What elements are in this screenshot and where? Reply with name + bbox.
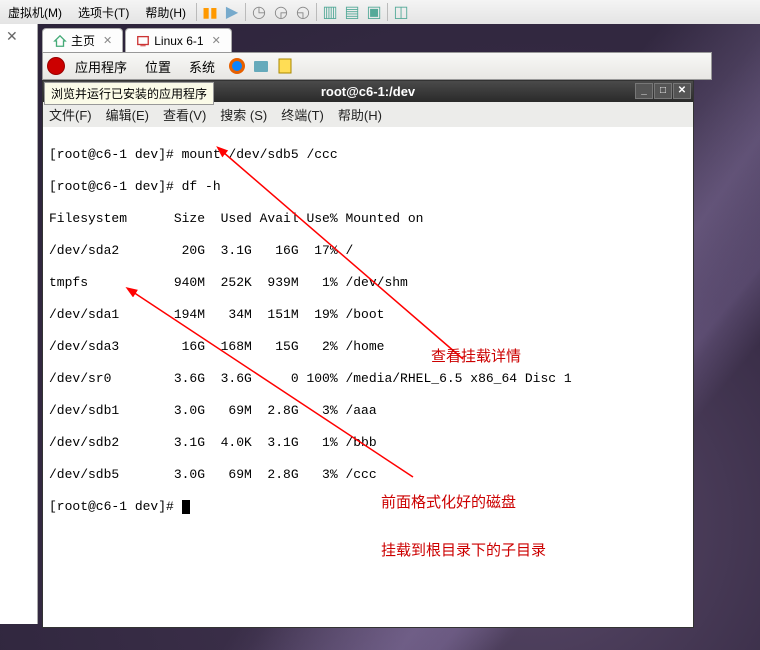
- firefox-icon[interactable]: [227, 56, 247, 76]
- host-top-menubar: 虚拟机(M) 选项卡(T) 帮助(H) ▮▮ ▶ ◷ ◶ ◵ ▥ ▤ ▣ ◫: [0, 0, 760, 24]
- term-line: /dev/sdb2 3.1G 4.0K 3.1G 1% /bbb: [49, 435, 687, 451]
- tab-linux[interactable]: Linux 6-1 ✕: [125, 28, 232, 52]
- annotation-2-line2: 挂载到根目录下的子目录: [381, 543, 546, 559]
- term-line: Filesystem Size Used Avail Use% Mounted …: [49, 211, 687, 227]
- term-line: [root@c6-1 dev]#: [49, 499, 182, 514]
- close-icon[interactable]: ✕: [212, 34, 221, 47]
- term-line: /dev/sda3 16G 168M 15G 2% /home: [49, 339, 687, 355]
- cursor: [182, 500, 190, 514]
- divider: [196, 3, 197, 21]
- terminal-title: root@c6-1:/dev: [321, 84, 415, 99]
- close-button[interactable]: ✕: [673, 83, 691, 99]
- term-line: [root@c6-1 dev]# mount /dev/sdb5 /ccc: [49, 147, 687, 163]
- layout2-icon[interactable]: ▤: [341, 2, 363, 22]
- minimize-button[interactable]: _: [635, 83, 653, 99]
- term-menu-search[interactable]: 搜索 (S): [220, 105, 267, 124]
- snapshot-add-icon[interactable]: ◶: [270, 2, 292, 22]
- term-menu-help[interactable]: 帮助(H): [338, 105, 382, 124]
- left-pane: ✕: [0, 24, 38, 624]
- term-menu-file[interactable]: 文件(F): [49, 105, 92, 124]
- close-icon[interactable]: ✕: [0, 24, 37, 49]
- snapshot-manage-icon[interactable]: ◵: [292, 2, 314, 22]
- fullscreen-icon[interactable]: ▣: [363, 2, 385, 22]
- term-line: [root@c6-1 dev]# df -h: [49, 179, 687, 195]
- tab-linux-label: Linux 6-1: [154, 34, 203, 48]
- term-line: /dev/sda2 20G 3.1G 16G 17% /: [49, 243, 687, 259]
- pause-icon[interactable]: ▮▮: [199, 2, 221, 22]
- term-line: tmpfs 940M 252K 939M 1% /dev/shm: [49, 275, 687, 291]
- menu-help[interactable]: 帮助(H): [137, 4, 194, 21]
- divider: [316, 3, 317, 21]
- page-tabs: 主页 ✕ Linux 6-1 ✕: [42, 28, 232, 52]
- tooltip: 浏览并运行已安装的应用程序: [44, 82, 214, 105]
- divider: [387, 3, 388, 21]
- term-menu-view[interactable]: 查看(V): [163, 105, 206, 124]
- notepad-icon[interactable]: [275, 56, 295, 76]
- maximize-button[interactable]: □: [654, 83, 672, 99]
- snapshot-icon[interactable]: ◷: [248, 2, 270, 22]
- close-icon[interactable]: ✕: [103, 34, 112, 47]
- terminal-body[interactable]: [root@c6-1 dev]# mount /dev/sdb5 /ccc [r…: [43, 127, 693, 627]
- term-menu-edit[interactable]: 编辑(E): [106, 105, 149, 124]
- term-line: /dev/sda1 194M 34M 151M 19% /boot: [49, 307, 687, 323]
- menu-tabs[interactable]: 选项卡(T): [70, 4, 137, 21]
- tab-home[interactable]: 主页 ✕: [42, 28, 123, 52]
- gnome-applications[interactable]: 应用程序: [67, 55, 135, 78]
- play-icon[interactable]: ▶: [221, 2, 243, 22]
- terminal-window: root@c6-1:/dev _ □ ✕ 文件(F) 编辑(E) 查看(V) 搜…: [42, 80, 694, 628]
- gnome-panel: 应用程序 位置 系统: [42, 52, 712, 80]
- file-manager-icon[interactable]: [251, 56, 271, 76]
- terminal-menubar: 文件(F) 编辑(E) 查看(V) 搜索 (S) 终端(T) 帮助(H): [43, 102, 693, 127]
- unity-icon[interactable]: ◫: [390, 2, 412, 22]
- layout1-icon[interactable]: ▥: [319, 2, 341, 22]
- term-line: /dev/sdb5 3.0G 69M 2.8G 3% /ccc: [49, 467, 687, 483]
- vm-icon: [136, 34, 150, 48]
- term-menu-terminal[interactable]: 终端(T): [281, 105, 324, 124]
- term-line: /dev/sr0 3.6G 3.6G 0 100% /media/RHEL_6.…: [49, 371, 687, 387]
- tab-home-label: 主页: [71, 32, 95, 49]
- redhat-icon[interactable]: [47, 57, 65, 75]
- home-icon: [53, 34, 67, 48]
- annotation-2-line1: 前面格式化好的磁盘: [381, 495, 546, 511]
- gnome-places[interactable]: 位置: [137, 55, 179, 78]
- annotation-2: 前面格式化好的磁盘 挂载到根目录下的子目录: [381, 463, 546, 591]
- term-line: /dev/sdb1 3.0G 69M 2.8G 3% /aaa: [49, 403, 687, 419]
- divider: [245, 3, 246, 21]
- menu-vm[interactable]: 虚拟机(M): [0, 4, 70, 21]
- gnome-system[interactable]: 系统: [181, 55, 223, 78]
